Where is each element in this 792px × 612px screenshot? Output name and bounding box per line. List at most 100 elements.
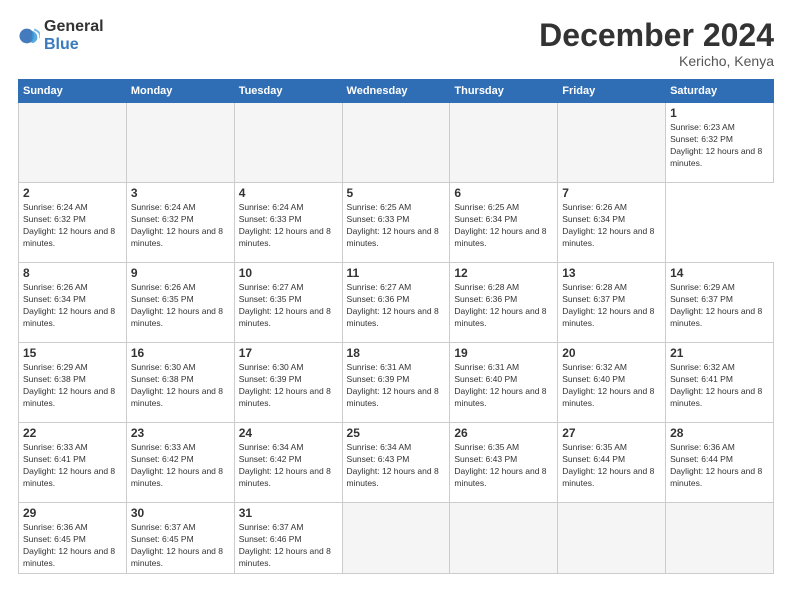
day-info: Sunrise: 6:28 AMSunset: 6:36 PMDaylight:… <box>454 282 553 330</box>
day-info: Sunrise: 6:28 AMSunset: 6:37 PMDaylight:… <box>562 282 661 330</box>
day-info: Sunrise: 6:31 AMSunset: 6:40 PMDaylight:… <box>454 362 553 410</box>
table-row: 17 Sunrise: 6:30 AMSunset: 6:39 PMDayligh… <box>234 343 342 423</box>
day-number: 5 <box>347 186 446 200</box>
day-number: 7 <box>562 186 661 200</box>
table-row: 19 Sunrise: 6:31 AMSunset: 6:40 PMDayligh… <box>450 343 558 423</box>
empty-cell <box>126 103 234 183</box>
table-row: 10 Sunrise: 6:27 AMSunset: 6:35 PMDayligh… <box>234 263 342 343</box>
table-row: 12 Sunrise: 6:28 AMSunset: 6:36 PMDayligh… <box>450 263 558 343</box>
table-row: 7 Sunrise: 6:26 AMSunset: 6:34 PMDaylight… <box>558 183 666 263</box>
table-row: 1Sunrise: 6:23 AMSunset: 6:32 PMDaylight… <box>666 103 774 183</box>
table-row: 2 Sunrise: 6:24 AMSunset: 6:32 PMDaylight… <box>19 183 127 263</box>
day-info: Sunrise: 6:24 AMSunset: 6:32 PMDaylight:… <box>131 202 230 250</box>
table-row: 13 Sunrise: 6:28 AMSunset: 6:37 PMDayligh… <box>558 263 666 343</box>
empty-cell <box>342 103 450 183</box>
page: General Blue December 2024 Kericho, Keny… <box>0 0 792 612</box>
table-row: 29 Sunrise: 6:36 AMSunset: 6:45 PMDayligh… <box>19 503 127 574</box>
table-row: 20 Sunrise: 6:32 AMSunset: 6:40 PMDayligh… <box>558 343 666 423</box>
day-info: Sunrise: 6:35 AMSunset: 6:43 PMDaylight:… <box>454 442 553 490</box>
table-row: 4 Sunrise: 6:24 AMSunset: 6:33 PMDaylight… <box>234 183 342 263</box>
day-info: Sunrise: 6:35 AMSunset: 6:44 PMDaylight:… <box>562 442 661 490</box>
day-info: Sunrise: 6:25 AMSunset: 6:34 PMDaylight:… <box>454 202 553 250</box>
empty-cell <box>234 103 342 183</box>
table-row: 25 Sunrise: 6:34 AMSunset: 6:43 PMDayligh… <box>342 423 450 503</box>
day-info: Sunrise: 6:34 AMSunset: 6:42 PMDaylight:… <box>239 442 338 490</box>
logo-icon <box>18 25 40 47</box>
day-number: 16 <box>131 346 230 360</box>
day-info: Sunrise: 6:24 AMSunset: 6:32 PMDaylight:… <box>23 202 122 250</box>
day-number: 25 <box>347 426 446 440</box>
table-row: 27 Sunrise: 6:35 AMSunset: 6:44 PMDayligh… <box>558 423 666 503</box>
day-number: 30 <box>131 506 230 520</box>
month-title: December 2024 <box>539 18 774 53</box>
location: Kericho, Kenya <box>539 53 774 69</box>
day-info: Sunrise: 6:26 AMSunset: 6:35 PMDaylight:… <box>131 282 230 330</box>
logo-general: General <box>44 18 104 35</box>
day-number: 18 <box>347 346 446 360</box>
table-row: 16 Sunrise: 6:30 AMSunset: 6:38 PMDayligh… <box>126 343 234 423</box>
day-number: 15 <box>23 346 122 360</box>
table-row <box>342 503 450 574</box>
header-wednesday: Wednesday <box>342 80 450 103</box>
table-row: 18 Sunrise: 6:31 AMSunset: 6:39 PMDayligh… <box>342 343 450 423</box>
day-info: Sunrise: 6:30 AMSunset: 6:38 PMDaylight:… <box>131 362 230 410</box>
logo: General Blue <box>18 18 104 54</box>
day-number: 6 <box>454 186 553 200</box>
day-number: 20 <box>562 346 661 360</box>
day-number: 2 <box>23 186 122 200</box>
table-row: 23Sunrise: 6:33 AMSunset: 6:42 PMDayligh… <box>126 423 234 503</box>
day-number: 28 <box>670 426 769 440</box>
day-number: 17 <box>239 346 338 360</box>
table-row: 5Sunrise: 6:25 AMSunset: 6:33 PMDaylight… <box>342 183 450 263</box>
empty-cell <box>450 103 558 183</box>
day-number: 14 <box>670 266 769 280</box>
table-row: 3Sunrise: 6:24 AMSunset: 6:32 PMDaylight… <box>126 183 234 263</box>
day-info: Sunrise: 6:29 AMSunset: 6:38 PMDaylight:… <box>23 362 122 410</box>
table-row <box>450 503 558 574</box>
table-row: 28 Sunrise: 6:36 AMSunset: 6:44 PMDayligh… <box>666 423 774 503</box>
day-number: 13 <box>562 266 661 280</box>
day-number: 19 <box>454 346 553 360</box>
day-info: Sunrise: 6:34 AMSunset: 6:43 PMDaylight:… <box>347 442 446 490</box>
day-number: 31 <box>239 506 338 520</box>
header-friday: Friday <box>558 80 666 103</box>
weekday-header-row: Sunday Monday Tuesday Wednesday Thursday… <box>19 80 774 103</box>
header-thursday: Thursday <box>450 80 558 103</box>
calendar-table: Sunday Monday Tuesday Wednesday Thursday… <box>18 79 774 574</box>
day-info: Sunrise: 6:36 AMSunset: 6:45 PMDaylight:… <box>23 522 122 570</box>
table-row: 11 Sunrise: 6:27 AMSunset: 6:36 PMDayligh… <box>342 263 450 343</box>
day-info: Sunrise: 6:27 AMSunset: 6:35 PMDaylight:… <box>239 282 338 330</box>
day-number: 27 <box>562 426 661 440</box>
day-number: 24 <box>239 426 338 440</box>
empty-cell <box>558 103 666 183</box>
day-number: 23 <box>131 426 230 440</box>
day-number: 1 <box>670 106 769 120</box>
day-info: Sunrise: 6:30 AMSunset: 6:39 PMDaylight:… <box>239 362 338 410</box>
day-info: Sunrise: 6:36 AMSunset: 6:44 PMDaylight:… <box>670 442 769 490</box>
day-info: Sunrise: 6:26 AMSunset: 6:34 PMDaylight:… <box>562 202 661 250</box>
table-row: 31 Sunrise: 6:37 AMSunset: 6:46 PMDayligh… <box>234 503 342 574</box>
day-number: 21 <box>670 346 769 360</box>
day-number: 29 <box>23 506 122 520</box>
day-number: 10 <box>239 266 338 280</box>
day-info: Sunrise: 6:33 AMSunset: 6:41 PMDaylight:… <box>23 442 122 490</box>
header-sunday: Sunday <box>19 80 127 103</box>
table-row: 6 Sunrise: 6:25 AMSunset: 6:34 PMDaylight… <box>450 183 558 263</box>
day-info: Sunrise: 6:37 AMSunset: 6:46 PMDaylight:… <box>239 522 338 570</box>
day-info: Sunrise: 6:24 AMSunset: 6:33 PMDaylight:… <box>239 202 338 250</box>
table-row: 22 Sunrise: 6:33 AMSunset: 6:41 PMDayligh… <box>19 423 127 503</box>
day-info: Sunrise: 6:27 AMSunset: 6:36 PMDaylight:… <box>347 282 446 330</box>
logo-blue: Blue <box>44 36 79 53</box>
day-info: Sunrise: 6:32 AMSunset: 6:41 PMDaylight:… <box>670 362 769 410</box>
day-info: Sunrise: 6:31 AMSunset: 6:39 PMDaylight:… <box>347 362 446 410</box>
table-row: 24 Sunrise: 6:34 AMSunset: 6:42 PMDayligh… <box>234 423 342 503</box>
day-number: 11 <box>347 266 446 280</box>
day-number: 12 <box>454 266 553 280</box>
table-row <box>558 503 666 574</box>
day-number: 9 <box>131 266 230 280</box>
day-number: 22 <box>23 426 122 440</box>
day-number: 4 <box>239 186 338 200</box>
table-row: 9 Sunrise: 6:26 AMSunset: 6:35 PMDaylight… <box>126 263 234 343</box>
header-saturday: Saturday <box>666 80 774 103</box>
day-info: Sunrise: 6:32 AMSunset: 6:40 PMDaylight:… <box>562 362 661 410</box>
